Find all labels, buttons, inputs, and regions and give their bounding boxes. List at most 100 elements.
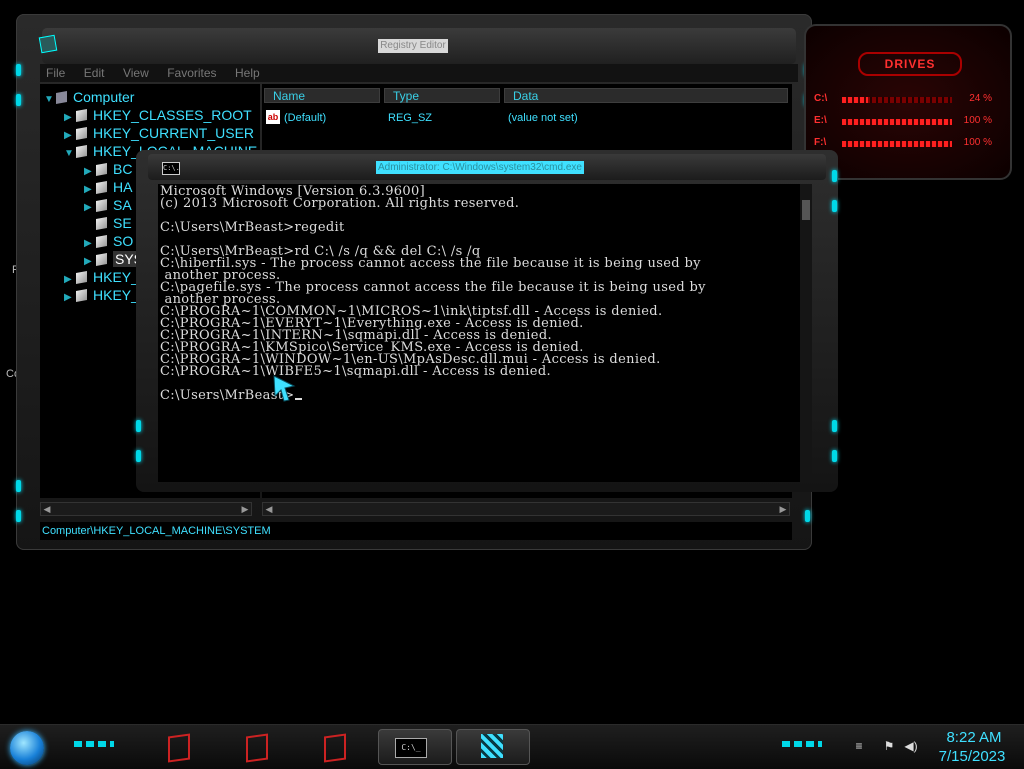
scroll-right-icon[interactable]: ▶ [777, 503, 789, 515]
taskbar-cmd[interactable]: C:\_ [378, 729, 452, 765]
console-output[interactable]: Microsoft Windows [Version 6.3.9600] (c) … [158, 184, 808, 482]
regedit-title: Registry Editor [378, 39, 448, 53]
taskbar-decoration [782, 741, 822, 747]
taskbar-app-1[interactable] [144, 729, 216, 763]
key-folder-icon [76, 127, 87, 140]
key-folder-icon [76, 271, 87, 284]
start-button[interactable] [10, 731, 44, 765]
drive-letter: E:\ [814, 115, 827, 126]
expand-icon[interactable]: ▶ [64, 289, 76, 307]
drive-row: F:\ 100 % [812, 136, 992, 152]
menu-favorites[interactable]: Favorites [167, 64, 216, 82]
taskbar: C:\_ ≡ ⚑ ◀) 8:22 AM 7/15/2023 [0, 724, 1024, 769]
menu-help[interactable]: Help [235, 64, 260, 82]
key-folder-icon [96, 163, 107, 176]
frame-light [805, 510, 810, 522]
scroll-thumb[interactable] [802, 200, 810, 220]
frame-light [832, 450, 837, 462]
key-folder-icon [76, 109, 87, 122]
tree-item-software[interactable]: ▶ SO [84, 232, 133, 250]
console-line: (c) 2013 Microsoft Corporation. All righ… [160, 196, 520, 211]
tree-item-hku[interactable]: ▶ HKEY_ [64, 268, 139, 286]
collapse-icon[interactable]: ▼ [44, 91, 56, 109]
tree-item-bcd[interactable]: ▶ BC [84, 160, 132, 178]
list-hscrollbar[interactable]: ◀ ▶ [262, 502, 790, 516]
app-icon [168, 733, 190, 763]
drive-row: E:\ 100 % [812, 114, 992, 130]
network-icon[interactable]: ⚑ [882, 739, 896, 753]
tree-item-hkcr[interactable]: ▶ HKEY_CLASSES_ROOT [64, 106, 252, 124]
menu-view[interactable]: View [123, 64, 149, 82]
frame-light [16, 510, 21, 522]
frame-light [832, 420, 837, 432]
key-folder-icon [96, 217, 107, 230]
key-folder-icon [76, 289, 87, 302]
cmd-app-icon[interactable]: C:\. [162, 162, 180, 175]
regedit-app-icon[interactable] [38, 34, 58, 54]
app-icon [324, 733, 346, 763]
key-folder-icon [96, 181, 107, 194]
frame-light [16, 480, 21, 492]
drive-letter: C:\ [814, 93, 828, 104]
scroll-right-icon[interactable]: ▶ [239, 503, 251, 515]
tree-item-hkcu[interactable]: ▶ HKEY_CURRENT_USER [64, 124, 254, 142]
column-header-type[interactable]: Type [384, 88, 500, 103]
key-folder-icon [76, 145, 87, 158]
tree-item-sam[interactable]: ▶ SA [84, 196, 132, 214]
cmd-vscrollbar[interactable] [800, 184, 812, 482]
clock-time[interactable]: 8:22 AM [934, 729, 1014, 746]
show-hidden-icons[interactable]: ≡ [852, 739, 866, 753]
frame-light [136, 450, 141, 462]
taskbar-app-2[interactable] [222, 729, 294, 763]
tree-item-hardware[interactable]: ▶ HA [84, 178, 132, 196]
regedit-menubar: File Edit View Favorites Help [40, 64, 798, 82]
key-folder-icon [96, 199, 107, 212]
clock-date[interactable]: 7/15/2023 [930, 748, 1014, 765]
frame-light [16, 94, 21, 106]
console-line: C:\PROGRA~1\WIBFE5~1\sqmapi.dll - Access… [160, 364, 551, 379]
value-name: (Default) [284, 112, 327, 124]
volume-icon[interactable]: ◀) [904, 739, 918, 753]
cmd-window: C:\. Administrator: C:\Windows\system32\… [136, 150, 838, 492]
tree-hscrollbar[interactable]: ◀ ▶ [40, 502, 252, 516]
column-header-data[interactable]: Data [504, 88, 788, 103]
drive-bar-fill [842, 141, 952, 147]
menu-edit[interactable]: Edit [84, 64, 105, 82]
drive-percent: 24 % [969, 93, 992, 104]
tree-item-hkcc[interactable]: ▶ HKEY_ [64, 286, 139, 304]
cmd-icon: C:\_ [395, 738, 427, 758]
value-type: REG_SZ [388, 112, 433, 124]
status-bar: Computer\HKEY_LOCAL_MACHINE\SYSTEM [40, 522, 792, 540]
drive-letter: F:\ [814, 137, 827, 148]
column-header-name[interactable]: Name [264, 88, 380, 103]
key-folder-icon [96, 235, 107, 248]
value-data: (value not set) [508, 112, 578, 124]
collapse-icon[interactable]: ▼ [64, 145, 76, 163]
frame-light [832, 200, 837, 212]
drive-percent: 100 % [963, 115, 992, 126]
mouse-pointer-icon [273, 375, 296, 402]
cmd-title: Administrator: C:\Windows\system32\cmd.e… [376, 161, 584, 174]
key-folder-icon [96, 253, 107, 266]
drive-bar-fill [842, 119, 952, 125]
gadget-title: DRIVES [858, 52, 962, 76]
frame-light [136, 420, 141, 432]
frame-light [16, 64, 21, 76]
app-icon [246, 733, 268, 763]
taskbar-app-3[interactable] [300, 729, 372, 763]
regedit-icon [481, 734, 503, 758]
console-line: C:\Users\MrBeast>regedit [160, 220, 345, 235]
drive-percent: 100 % [963, 137, 992, 148]
menu-file[interactable]: File [46, 64, 65, 82]
scroll-left-icon[interactable]: ◀ [263, 503, 275, 515]
computer-icon [56, 91, 67, 104]
frame-light [832, 170, 837, 182]
drive-row: C:\ 24 % [812, 92, 992, 108]
string-value-icon: ab [266, 110, 280, 124]
taskbar-decoration [74, 741, 114, 747]
tree-item-security[interactable]: SE [84, 214, 132, 232]
taskbar-regedit[interactable] [456, 729, 530, 765]
drive-bar-fill [842, 97, 869, 103]
scroll-left-icon[interactable]: ◀ [41, 503, 53, 515]
tree-item-computer[interactable]: ▼ Computer [44, 88, 134, 106]
